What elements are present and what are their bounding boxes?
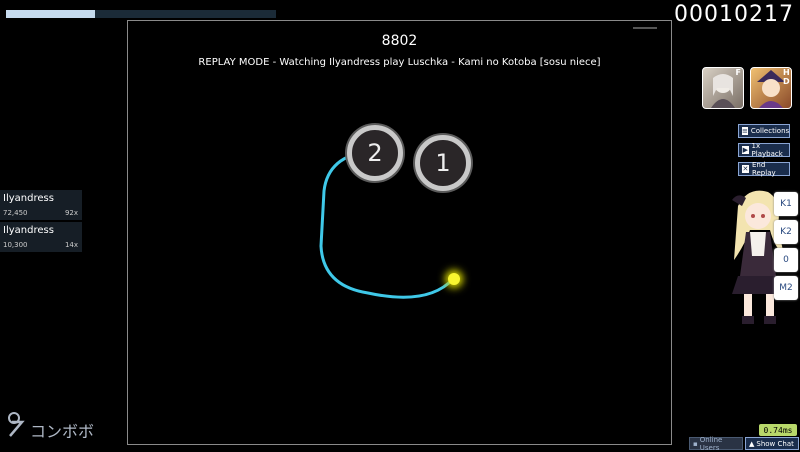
end-replay-label: End Replay [751,161,776,177]
mod-icon: H D [750,67,792,109]
leaderboard-entry: Ilyandress 10,300 14x [0,222,82,252]
leaderboard-name: Ilyandress [3,225,54,236]
playback-button[interactable]: ▶ 1x Playback [738,142,790,158]
logo-mark-icon [8,412,25,437]
chat-icon: ▲ [749,439,755,448]
key-m2: M2 [774,276,798,300]
key-k1: K1 [774,192,798,216]
key-k2: K2 [774,220,798,244]
leaderboard-combo: 92x [64,209,78,217]
hit-circle-1[interactable]: 1 [415,135,471,191]
play-icon: ▶ [742,146,749,154]
health-bar [6,10,276,18]
online-users-button[interactable]: ▪ Online Users [689,435,743,452]
hit-circle-number: 2 [367,139,383,167]
show-chat-button[interactable]: ▲ Show Chat [745,437,799,450]
close-icon: ✕ [742,165,749,173]
playback-label: 1x Playback [751,142,783,158]
online-users-label: Online Users [699,435,723,452]
logo-text: コンボボ [30,422,95,441]
leaderboard-name: Ilyandress [3,193,54,204]
slider-path [319,149,455,299]
key-m1: 0 [774,248,798,272]
users-icon: ▪ [693,439,698,448]
latency-indicator: 0.74ms [759,424,797,436]
leaderboard-score: 72,450 [3,209,28,217]
mod-icon: F [702,67,744,109]
leaderboard-score: 10,300 [3,241,28,249]
leaderboard-entry: Ilyandress 72,450 92x [0,190,82,220]
playfield: 8802 REPLAY MODE - Watching Ilyandress p… [127,20,672,445]
hit-circle-number: 1 [435,149,451,177]
hit-circle-2[interactable]: 2 [347,125,403,181]
health-bar-fill [6,10,96,18]
collections-button[interactable]: ≡ Collections [738,124,790,138]
leaderboard-combo: 14x [64,241,78,249]
collections-label: Collections [750,127,790,135]
mod-letter: F [735,68,741,77]
mod-letter: H D [783,68,790,86]
score-counter: 00010217 [674,2,794,27]
show-chat-label: Show Chat [756,439,794,448]
cursor [448,273,460,285]
list-icon: ≡ [742,127,748,135]
end-replay-button[interactable]: ✕ End Replay [738,161,790,177]
